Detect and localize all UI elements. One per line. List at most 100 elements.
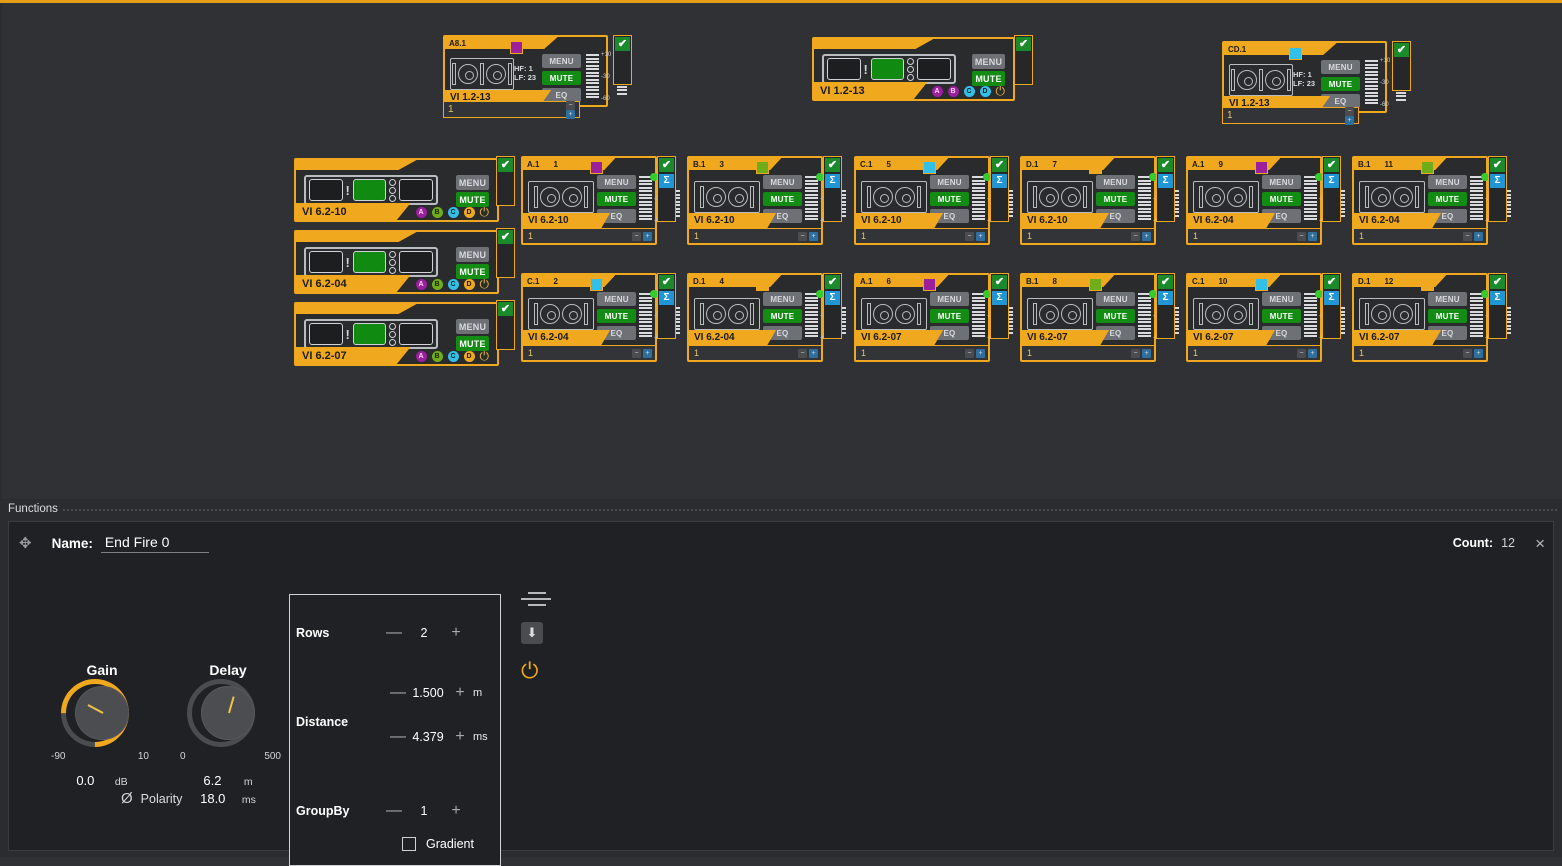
channel-a-dot[interactable]: A [416, 207, 427, 218]
device-card-rack-top[interactable]: ! MENU MUTE VI 1.2-13 A B C D ⏻ [812, 37, 1015, 101]
footer-minus-button[interactable]: − [1463, 232, 1472, 241]
card-footer[interactable]: 1−+ [523, 345, 655, 360]
color-chip[interactable] [1421, 278, 1434, 291]
speaker-card-11[interactable]: B.111MENUMUTEEQ+10-30-60VI 6.2-041−+ [1352, 156, 1488, 245]
footer-plus-button[interactable]: + [809, 232, 818, 241]
select-bracket-cd-1[interactable]: ✔ [1392, 41, 1411, 91]
close-icon[interactable]: × [1535, 535, 1545, 552]
sigma-toggle[interactable]: Σ [1490, 174, 1505, 188]
channel-b-dot[interactable]: B [948, 86, 959, 97]
menu-button[interactable]: MENU [456, 319, 489, 334]
menu-button[interactable]: MENU [1321, 60, 1360, 74]
select-bracket-rack-1[interactable]: ✔ [496, 228, 515, 278]
footer-plus-button[interactable]: + [976, 232, 985, 241]
footer-plus-button[interactable]: + [643, 349, 652, 358]
sigma-toggle[interactable]: Σ [992, 291, 1007, 305]
channel-c-dot[interactable]: C [964, 86, 975, 97]
speaker-card-2[interactable]: C.12MENUMUTEEQ+10-30-60VI 6.2-041−+ [521, 273, 657, 362]
device-card-a8-1[interactable]: A8.1 HF: 1 LF: 23 MENU MUTE EQ [443, 35, 608, 107]
footer-minus-button[interactable]: − [965, 232, 974, 241]
color-chip[interactable] [510, 41, 523, 54]
list-icon[interactable] [521, 592, 551, 606]
check-toggle[interactable]: ✔ [1158, 275, 1173, 289]
footer-minus-button[interactable]: − [798, 349, 807, 358]
mute-button[interactable]: MUTE [930, 309, 969, 323]
card-footer[interactable]: 1−+ [1354, 228, 1486, 243]
menu-button[interactable]: MENU [456, 247, 489, 262]
gradient-checkbox[interactable] [402, 837, 416, 851]
select-bracket-speaker-4[interactable]: ✔Σ [823, 273, 842, 339]
card-footer[interactable]: 1−+ [1022, 345, 1154, 360]
speaker-card-9[interactable]: A.19MENUMUTEEQ+10-30-60VI 6.2-041−+ [1186, 156, 1322, 245]
card-footer[interactable]: 1−+ [1188, 228, 1320, 243]
polarity-toggle[interactable]: Ø Polarity [121, 790, 182, 807]
check-toggle[interactable]: ✔ [825, 158, 840, 172]
distance-ms-plus-button[interactable]: + [454, 729, 466, 745]
card-footer[interactable]: 1−+ [1188, 345, 1320, 360]
menu-button[interactable]: MENU [1428, 175, 1467, 189]
rows-minus-button[interactable]: — [386, 625, 398, 641]
speaker-card-1[interactable]: A.11MENUMUTEEQ+10-30-60VI 6.2-101−+ [521, 156, 657, 245]
check-toggle[interactable]: ✔ [992, 158, 1007, 172]
menu-button[interactable]: MENU [1096, 292, 1135, 306]
menu-button[interactable]: MENU [1262, 292, 1301, 306]
select-bracket-speaker-8[interactable]: ✔Σ [1156, 273, 1175, 339]
footer-plus-button[interactable]: + [809, 349, 818, 358]
color-chip[interactable] [1255, 278, 1268, 291]
rack-card-2[interactable]: !MENUMUTEVI 6.2-07ABCD⏻ [294, 302, 499, 366]
channel-b-dot[interactable]: B [432, 351, 443, 362]
footer-minus-button[interactable]: − [1345, 107, 1354, 116]
check-toggle[interactable]: ✔ [615, 37, 630, 51]
menu-button[interactable]: MENU [930, 292, 969, 306]
menu-button[interactable]: MENU [1262, 175, 1301, 189]
footer-minus-button[interactable]: − [1297, 349, 1306, 358]
select-bracket-speaker-1[interactable]: ✔Σ [657, 156, 676, 222]
sigma-toggle[interactable]: Σ [1324, 174, 1339, 188]
check-toggle[interactable]: ✔ [1490, 158, 1505, 172]
speaker-card-5[interactable]: C.15MENUMUTEEQ+10-30-60VI 6.2-101−+ [854, 156, 990, 245]
distance-m-minus-button[interactable]: — [390, 685, 402, 701]
move-handle-icon[interactable]: ✥ [19, 536, 32, 551]
channel-a-dot[interactable]: A [932, 86, 943, 97]
select-bracket-speaker-11[interactable]: ✔Σ [1488, 156, 1507, 222]
check-toggle[interactable]: ✔ [1016, 37, 1031, 51]
rows-plus-button[interactable]: + [450, 625, 462, 641]
select-bracket-speaker-9[interactable]: ✔Σ [1322, 156, 1341, 222]
menu-button[interactable]: MENU [597, 292, 636, 306]
check-toggle[interactable]: ✔ [1158, 158, 1173, 172]
speaker-card-8[interactable]: B.18MENUMUTEEQ+10-30-60VI 6.2-071−+ [1020, 273, 1156, 362]
menu-button[interactable]: MENU [456, 175, 489, 190]
channel-d-dot[interactable]: D [464, 279, 475, 290]
footer-minus-button[interactable]: − [632, 349, 641, 358]
mute-button[interactable]: MUTE [1428, 309, 1467, 323]
check-toggle[interactable]: ✔ [498, 158, 513, 172]
footer-minus-button[interactable]: − [965, 349, 974, 358]
rack-card-0[interactable]: !MENUMUTEVI 6.2-10ABCD⏻ [294, 158, 499, 222]
check-toggle[interactable]: ✔ [825, 275, 840, 289]
channel-d-dot[interactable]: D [980, 86, 991, 97]
mute-button[interactable]: MUTE [763, 192, 802, 206]
device-card-cd-1[interactable]: CD.1 HF: 1 LF: 23 MENU MUTE EQ [1222, 41, 1387, 113]
check-toggle[interactable]: ✔ [1324, 158, 1339, 172]
distance-m-plus-button[interactable]: + [454, 685, 466, 701]
sigma-toggle[interactable]: Σ [825, 174, 840, 188]
color-chip[interactable] [923, 278, 936, 291]
menu-button[interactable]: MENU [763, 292, 802, 306]
sigma-toggle[interactable]: Σ [1158, 291, 1173, 305]
footer-plus-button[interactable]: + [1474, 232, 1483, 241]
speaker-card-3[interactable]: B.13MENUMUTEEQ+10-30-60VI 6.2-101−+ [687, 156, 823, 245]
select-bracket-a8-1[interactable]: ✔ [613, 35, 632, 85]
footer-plus-button[interactable]: + [566, 110, 575, 119]
speaker-card-6[interactable]: A.16MENUMUTEEQ+10-30-60VI 6.2-071−+ [854, 273, 990, 362]
channel-b-dot[interactable]: B [432, 207, 443, 218]
channel-d-dot[interactable]: D [464, 351, 475, 362]
check-toggle[interactable]: ✔ [498, 230, 513, 244]
distance-m-value[interactable]: 1.500 [411, 686, 445, 700]
check-toggle[interactable]: ✔ [498, 302, 513, 316]
card-footer[interactable]: 1−+ [689, 345, 821, 360]
footer-minus-button[interactable]: − [566, 101, 575, 110]
color-chip[interactable] [1255, 161, 1268, 174]
speaker-card-4[interactable]: D.14MENUMUTEEQ+10-30-60VI 6.2-041−+ [687, 273, 823, 362]
footer-minus-button[interactable]: − [632, 232, 641, 241]
mute-button[interactable]: MUTE [1321, 77, 1360, 91]
